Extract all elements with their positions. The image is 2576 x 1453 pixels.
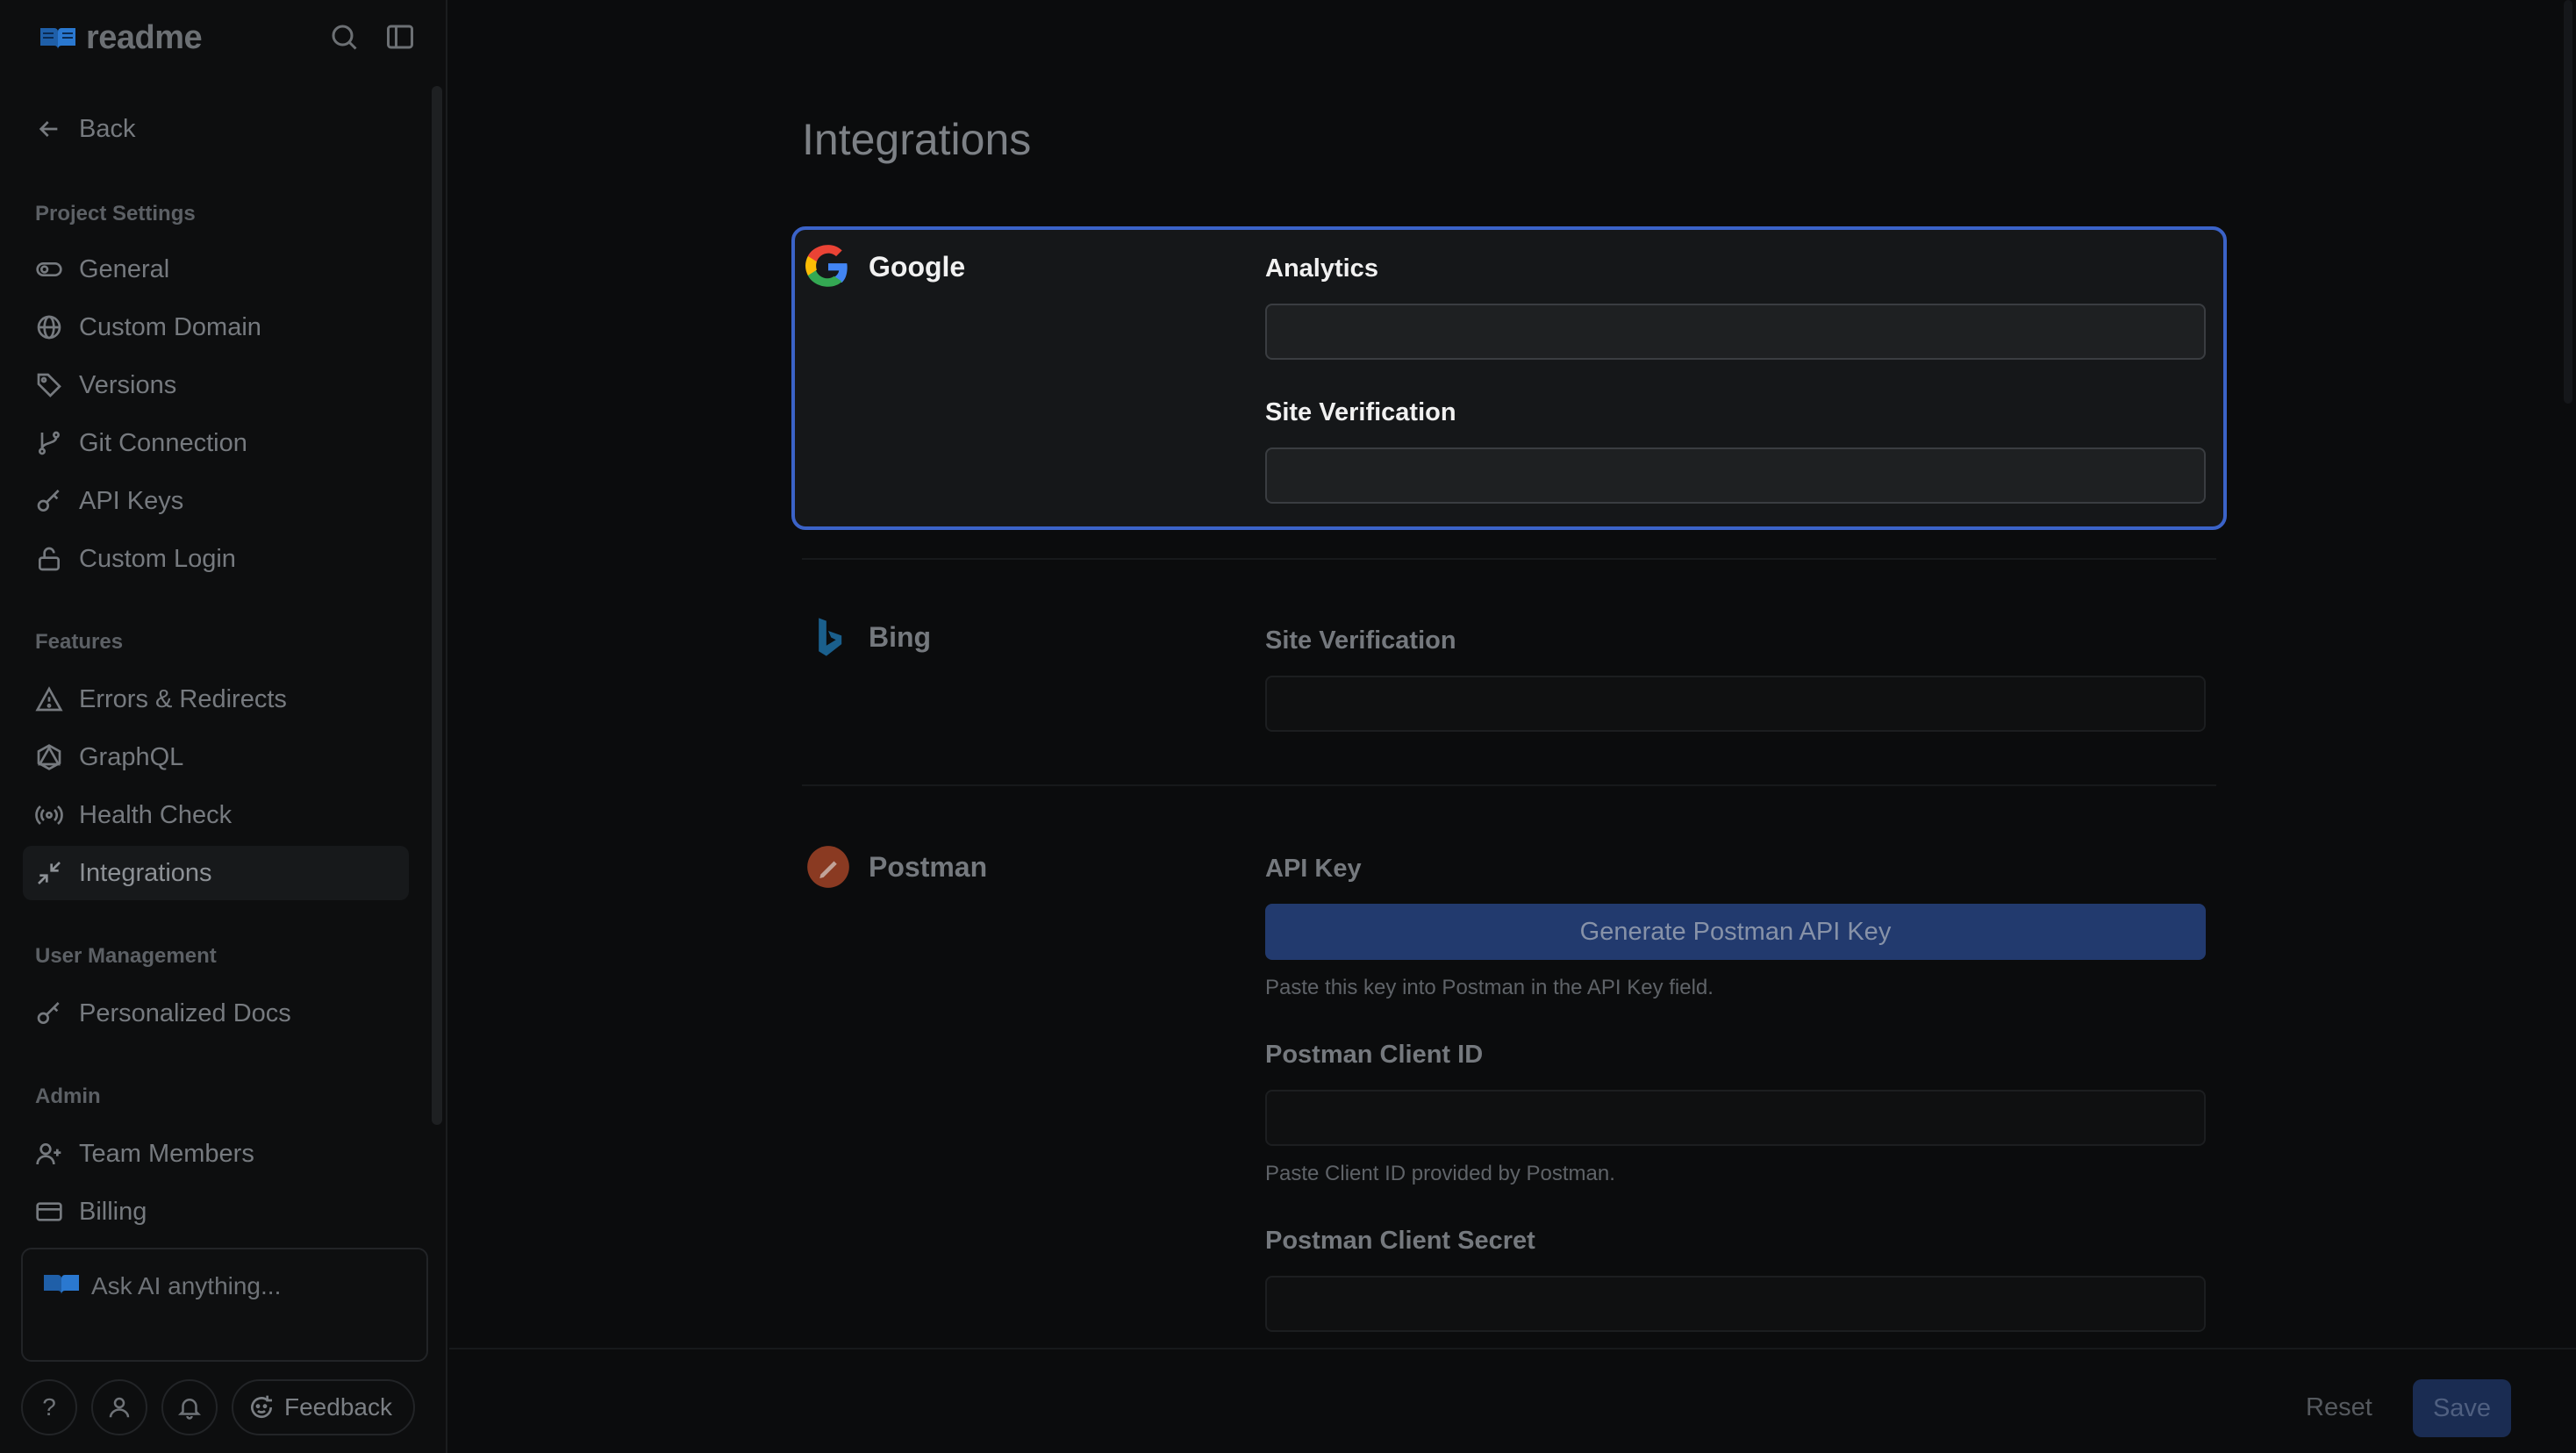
sidebar-item-general[interactable]: General [23,242,409,297]
bing-provider: Bing [805,614,931,660]
postman-client-id-label: Postman Client ID [1265,1041,1484,1069]
sidebar-item-api-keys[interactable]: API Keys [23,474,409,528]
tag-icon [37,373,61,397]
book-icon [44,1275,79,1294]
logo-text: readme [86,19,203,56]
sidebar-item-versions[interactable]: Versions [23,358,409,412]
postman-client-id-input[interactable] [1265,1090,2206,1146]
divider [802,784,2216,786]
search-icon[interactable] [328,21,360,53]
sidebar-item-errors-redirects[interactable]: Errors & Redirects [23,672,409,726]
postman-icon [807,846,849,888]
sidebar: readme Back Project Settings General Cus… [0,0,447,1453]
sidebar-item-billing[interactable]: Billing [23,1185,409,1239]
git-branch-icon [39,431,60,455]
sidebar-scrollbar[interactable] [432,86,442,1125]
key-icon [37,490,60,512]
section-user-management: User Management [35,944,217,968]
bell-icon [177,1399,202,1420]
bing-site-verification-label: Site Verification [1265,626,1456,655]
main-content: Integrations Google Analytics Site Verif… [449,0,2576,1453]
sidebar-item-label: API Keys [79,486,184,515]
sidebar-item-label: GraphQL [79,742,184,771]
section-admin: Admin [35,1084,101,1108]
key-icon [37,1002,60,1024]
ask-ai-placeholder: Ask AI anything... [91,1272,282,1299]
section-features: Features [35,630,124,654]
sidebar-item-custom-domain[interactable]: Custom Domain [23,300,409,354]
smile-refresh-icon [251,1395,273,1419]
divider [802,558,2216,560]
sidebar-item-label: General [79,254,170,283]
postman-client-id-help: Paste Client ID provided by Postman. [1265,1162,1615,1185]
back-label: Back [79,114,136,143]
ask-ai-input[interactable]: Ask AI anything... [21,1248,428,1362]
section-project-settings: Project Settings [35,202,196,225]
sidebar-item-label: Custom Domain [79,312,261,341]
sidebar-item-label: Custom Login [79,544,236,573]
sidebar-item-integrations[interactable]: Integrations [23,846,409,900]
postman-client-secret-input[interactable] [1265,1276,2206,1332]
feedback-label: Feedback [284,1393,392,1421]
sidebar-item-label: Versions [79,370,177,399]
google-integration-card: Google Analytics Site Verification [791,226,2227,530]
feedback-button[interactable]: Feedback [232,1379,415,1435]
minimize-arrows-icon [38,862,61,884]
google-site-verification-label: Site Verification [1265,398,1456,426]
user-icon [109,1397,130,1418]
sidebar-item-label: Integrations [79,858,212,887]
book-icon [40,27,75,49]
postman-client-secret-label: Postman Client Secret [1265,1227,1535,1255]
sidebar-item-personalized-docs[interactable]: Personalized Docs [23,986,409,1041]
globe-icon [37,315,61,340]
sidebar-item-label: Billing [79,1197,147,1226]
bing-site-verification-input[interactable] [1265,676,2206,732]
credit-card-icon [36,1202,62,1221]
sidebar-item-graphql[interactable]: GraphQL [23,730,409,784]
reset-button[interactable]: Reset [2306,1393,2372,1422]
sidebar-toggle-icon[interactable] [384,21,416,53]
profile-button[interactable] [91,1379,147,1435]
generate-postman-api-key-button[interactable]: Generate Postman API Key [1265,904,2206,960]
help-button[interactable]: ? [21,1379,77,1435]
graphql-icon [37,744,61,770]
main-scrollbar[interactable] [2560,0,2576,404]
help-icon: ? [42,1393,56,1421]
notifications-button[interactable] [161,1379,218,1435]
bing-name: Bing [869,620,932,653]
lock-icon [39,547,60,571]
sidebar-item-health-check[interactable]: Health Check [23,788,409,842]
sidebar-item-label: Git Connection [79,428,247,457]
postman-api-key-help: Paste this key into Postman in the API K… [1265,976,1714,999]
sidebar-item-label: Health Check [79,800,233,829]
warning-icon [35,686,63,712]
bing-icon [819,618,842,656]
google-name: Google [869,250,966,283]
postman-api-key-label: API Key [1265,855,1362,883]
back-link[interactable]: Back [23,102,409,156]
save-button[interactable]: Save [2413,1379,2511,1437]
google-site-verification-input[interactable] [1265,447,2206,504]
page-title: Integrations [802,115,1032,164]
sidebar-item-label: Personalized Docs [79,998,291,1027]
sidebar-item-custom-login[interactable]: Custom Login [23,532,409,586]
arrow-left-icon [39,121,58,137]
sidebar-item-git-connection[interactable]: Git Connection [23,416,409,470]
sidebar-footer: ? Feedback [21,1379,415,1435]
broadcast-icon [35,805,63,825]
google-icon [805,245,848,287]
toggle-icon [36,262,62,276]
settings-footer: Reset Save [449,1348,2576,1453]
google-analytics-label: Analytics [1265,254,1378,283]
sidebar-item-team-members[interactable]: Team Members [23,1127,409,1181]
sidebar-item-label: Errors & Redirects [79,684,287,713]
postman-provider: Postman [805,844,987,890]
readme-logo[interactable]: readme [39,19,203,57]
user-plus-icon [36,1143,61,1165]
google-provider: Google [805,244,965,290]
postman-name: Postman [869,850,988,883]
sidebar-item-label: Team Members [79,1139,254,1168]
google-analytics-input[interactable] [1265,304,2206,360]
